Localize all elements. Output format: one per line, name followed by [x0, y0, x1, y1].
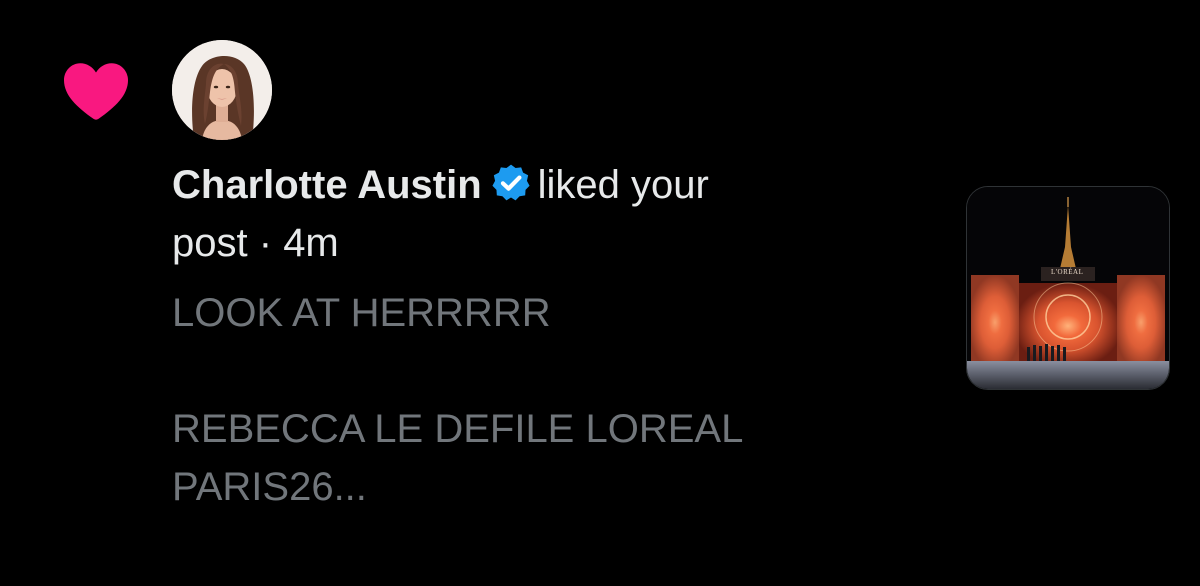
post-excerpt: LOOK AT HERRRRR REBECCA LE DEFILE LOREAL…: [172, 291, 744, 509]
heart-icon: [64, 63, 128, 120]
verified-badge-icon: [492, 164, 530, 201]
action-text: liked your: [537, 163, 709, 207]
notification-text: Charlotte Austin liked your post · 4m LOO…: [172, 156, 912, 516]
user-name-link[interactable]: Charlotte Austin: [172, 163, 482, 207]
thumbnail-logo-text: L'ORÉAL: [1051, 268, 1084, 276]
avatar[interactable]: [172, 40, 272, 140]
notification-headline: Charlotte Austin liked your post · 4m: [172, 156, 912, 272]
separator-dot: ·: [258, 221, 273, 265]
post-link[interactable]: post: [172, 221, 248, 265]
like-notification[interactable]: Charlotte Austin liked your post · 4m LOO…: [0, 0, 1200, 586]
timestamp: 4m: [283, 221, 339, 265]
post-thumbnail[interactable]: L'ORÉAL: [966, 186, 1170, 390]
